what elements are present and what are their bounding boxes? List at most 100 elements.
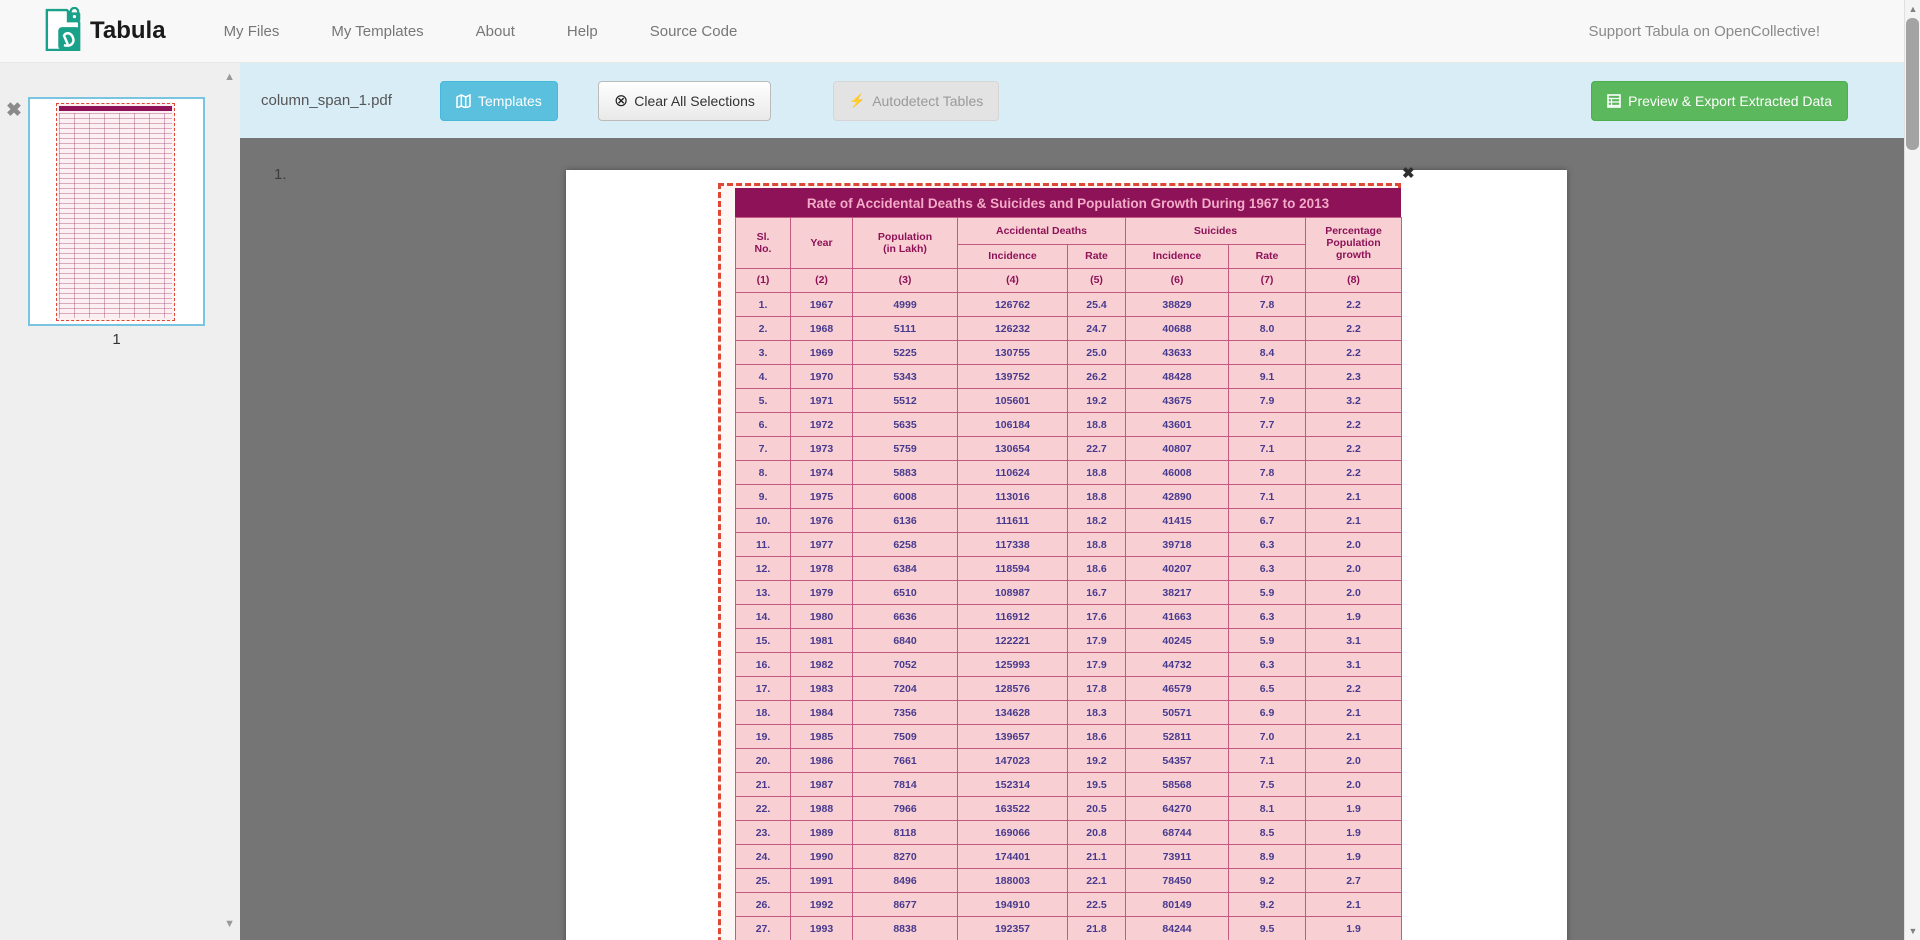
nav-item-source-code[interactable]: Source Code <box>624 23 764 40</box>
table-row: 19.1985750913965718.6528117.02.1 <box>736 725 1402 749</box>
table-cell: 111611 <box>958 509 1068 533</box>
table-cell: 14. <box>736 605 791 629</box>
lightning-icon: ⚡ <box>849 93 865 109</box>
table-cell: 9.2 <box>1229 893 1306 917</box>
page-1-thumbnail[interactable] <box>28 97 205 326</box>
table-cell: 41415 <box>1126 509 1229 533</box>
table-cell: 1.9 <box>1306 917 1402 940</box>
remove-page-icon[interactable]: ✖ <box>6 99 22 122</box>
table-cell: 39718 <box>1126 533 1229 557</box>
table-cell: 46579 <box>1126 677 1229 701</box>
scrollbar-down-icon[interactable]: ▼ <box>1905 926 1920 936</box>
table-cell: 2.2 <box>1306 437 1402 461</box>
table-cell: 22. <box>736 797 791 821</box>
nav-item-help[interactable]: Help <box>541 23 624 40</box>
table-cell: 130755 <box>958 341 1068 365</box>
sidebar-scroll-down-icon[interactable]: ▼ <box>224 918 235 930</box>
table-row: 7.1973575913065422.7408077.12.2 <box>736 437 1402 461</box>
table-cell: 22.7 <box>1068 437 1126 461</box>
nav-item-about[interactable]: About <box>450 23 541 40</box>
page-1-marker: 1. <box>274 166 287 183</box>
table-cell: 2.2 <box>1306 677 1402 701</box>
support-link[interactable]: Support Tabula on OpenCollective! <box>1588 0 1820 63</box>
table-cell: 1.9 <box>1306 845 1402 869</box>
table-cell: 50571 <box>1126 701 1229 725</box>
col-number: (6) <box>1126 269 1229 293</box>
col-header-su-incidence: Incidence <box>1126 245 1229 269</box>
clear-all-selections-button[interactable]: ⊗ Clear All Selections <box>598 81 771 121</box>
preview-export-button[interactable]: Preview & Export Extracted Data <box>1591 81 1848 121</box>
col-number: (1) <box>736 269 791 293</box>
table-cell: 2.0 <box>1306 557 1402 581</box>
table-cell: 122221 <box>958 629 1068 653</box>
templates-button[interactable]: Templates <box>440 81 558 121</box>
table-cell: 7052 <box>853 653 958 677</box>
table-cell: 27. <box>736 917 791 940</box>
sidebar-scroll-up-icon[interactable]: ▲ <box>224 71 235 83</box>
table-cell: 117338 <box>958 533 1068 557</box>
table-cell: 17.6 <box>1068 605 1126 629</box>
selection-close-icon[interactable]: ✖ <box>1402 164 1415 182</box>
table-cell: 58568 <box>1126 773 1229 797</box>
table-row: 10.1976613611161118.2414156.72.1 <box>736 509 1402 533</box>
table-cell: 2.1 <box>1306 485 1402 509</box>
table-cell: 1976 <box>791 509 853 533</box>
nav-item-my-templates[interactable]: My Templates <box>305 23 449 40</box>
pdf-page-1[interactable]: Rate of Accidental Deaths & Suicides and… <box>566 170 1567 940</box>
table-row: 2.1968511112623224.7406888.02.2 <box>736 317 1402 341</box>
table-cell: 19. <box>736 725 791 749</box>
col-header-year: Year <box>791 218 853 269</box>
table-cell: 1973 <box>791 437 853 461</box>
export-table-icon <box>1607 94 1621 108</box>
table-cell: 1. <box>736 293 791 317</box>
table-cell: 3.1 <box>1306 629 1402 653</box>
table-cell: 7.1 <box>1229 749 1306 773</box>
table-cell: 9. <box>736 485 791 509</box>
table-cell: 5225 <box>853 341 958 365</box>
clear-selections-icon: ⊗ <box>614 91 628 111</box>
thumbnail-table-grid <box>59 113 172 318</box>
table-cell: 163522 <box>958 797 1068 821</box>
brand-title[interactable]: Tabula <box>90 17 166 45</box>
table-cell: 18.3 <box>1068 701 1126 725</box>
table-cell: 7.1 <box>1229 437 1306 461</box>
table-cell: 17.9 <box>1068 629 1126 653</box>
table-cell: 19.2 <box>1068 749 1126 773</box>
table-cell: 147023 <box>958 749 1068 773</box>
table-cell: 4999 <box>853 293 958 317</box>
table-cell: 17.9 <box>1068 653 1126 677</box>
tabula-logo-link[interactable]: Tabula <box>44 7 166 56</box>
table-cell: 5.9 <box>1229 629 1306 653</box>
table-cell: 8.9 <box>1229 845 1306 869</box>
table-cell: 48428 <box>1126 365 1229 389</box>
table-cell: 17. <box>736 677 791 701</box>
table-cell: 5111 <box>853 317 958 341</box>
nav-item-my-files[interactable]: My Files <box>198 23 306 40</box>
table-cell: 8.4 <box>1229 341 1306 365</box>
table-cell: 64270 <box>1126 797 1229 821</box>
autodetect-tables-button[interactable]: ⚡ Autodetect Tables <box>833 81 999 121</box>
col-header-ad-rate: Rate <box>1068 245 1126 269</box>
table-cell: 1982 <box>791 653 853 677</box>
table-cell: 6.3 <box>1229 557 1306 581</box>
table-cell: 1989 <box>791 821 853 845</box>
table-cell: 22.1 <box>1068 869 1126 893</box>
table-cell: 2.1 <box>1306 725 1402 749</box>
table-cell: 20. <box>736 749 791 773</box>
table-cell: 8838 <box>853 917 958 940</box>
table-cell: 1980 <box>791 605 853 629</box>
table-cell: 38829 <box>1126 293 1229 317</box>
table-cell: 6258 <box>853 533 958 557</box>
table-cell: 7661 <box>853 749 958 773</box>
table-cell: 7.0 <box>1229 725 1306 749</box>
scrollbar-up-icon[interactable]: ▲ <box>1905 4 1920 14</box>
table-cell: 25.4 <box>1068 293 1126 317</box>
window-scrollbar[interactable]: ▲ ▼ <box>1904 0 1920 940</box>
table-cell: 26.2 <box>1068 365 1126 389</box>
table-body: 1.1967499912676225.4388297.82.22.1968511… <box>736 293 1402 940</box>
table-cell: 1977 <box>791 533 853 557</box>
table-row: 3.1969522513075525.0436338.42.2 <box>736 341 1402 365</box>
table-cell: 6384 <box>853 557 958 581</box>
table-cell: 8.5 <box>1229 821 1306 845</box>
scrollbar-thumb[interactable] <box>1906 18 1919 150</box>
